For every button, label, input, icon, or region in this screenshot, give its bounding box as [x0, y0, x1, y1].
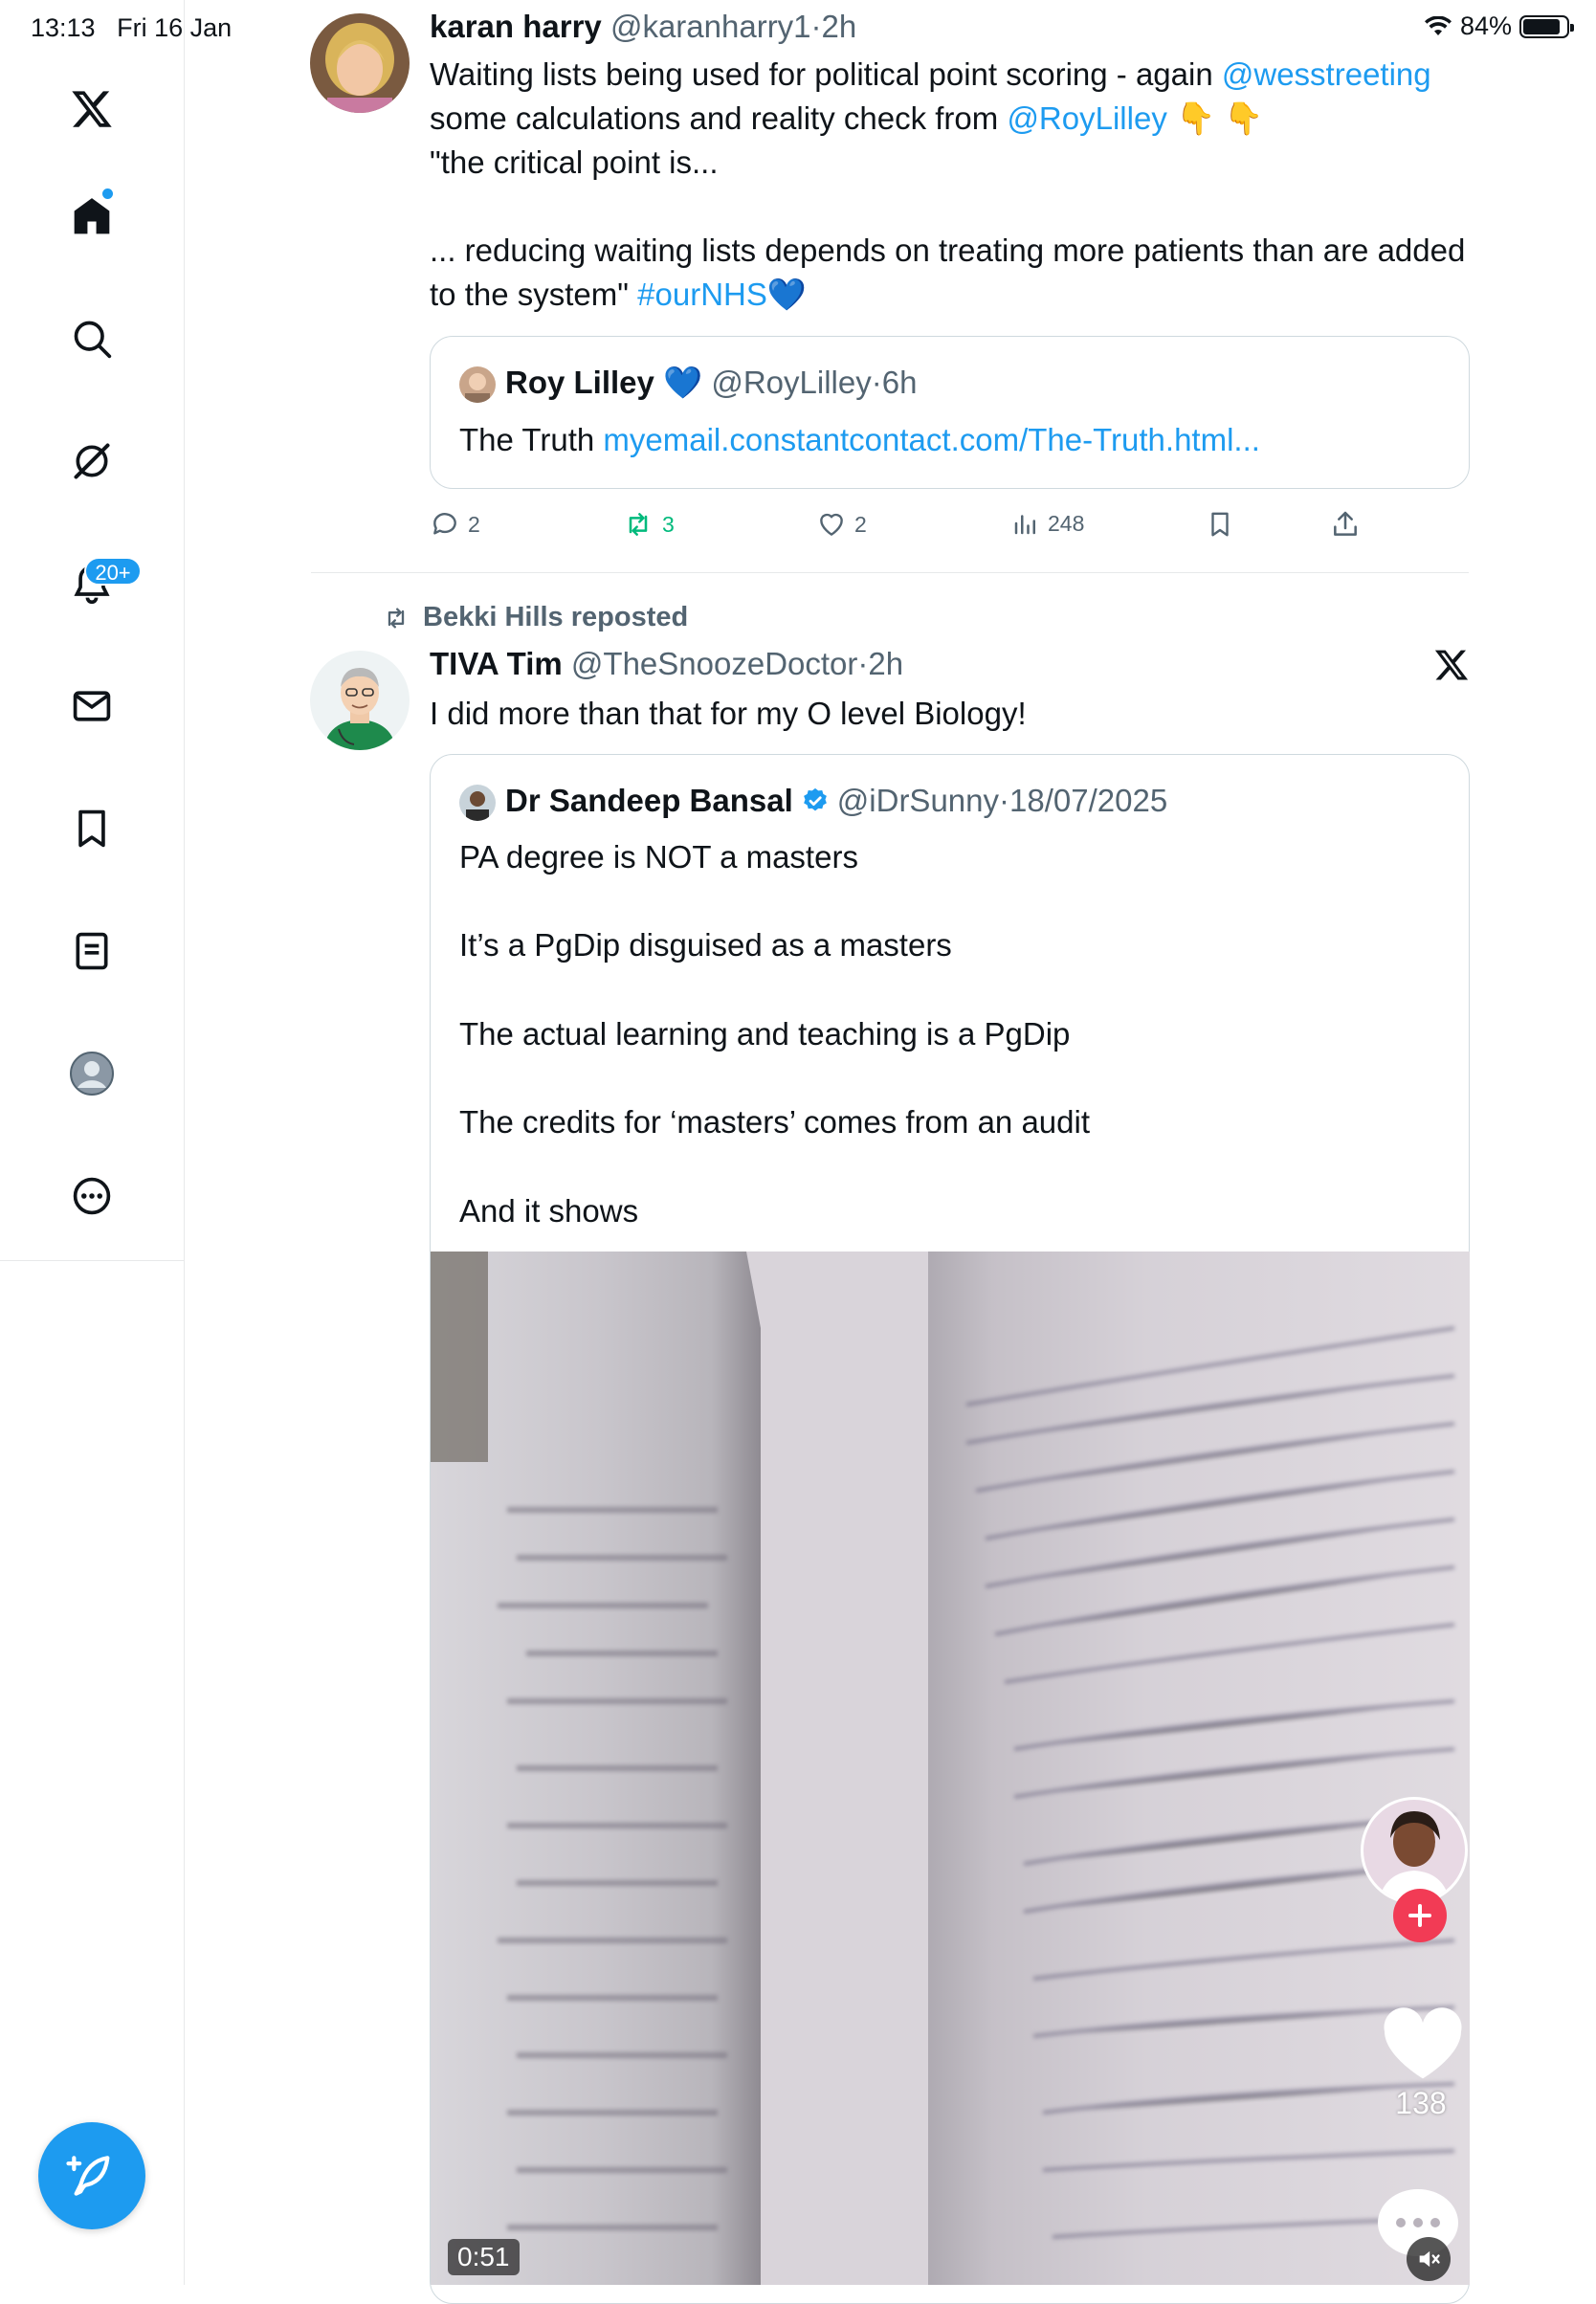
bookmarks-icon[interactable]: [63, 800, 121, 857]
messages-icon[interactable]: [63, 677, 121, 735]
share-icon: [1334, 511, 1357, 536]
bookmark-button[interactable]: [1206, 509, 1234, 540]
video-like-count: 138: [1395, 2086, 1447, 2120]
views-button[interactable]: 248: [1011, 509, 1084, 538]
quote2-text: PA degree is NOT a masters It’s a PgDip …: [459, 839, 1091, 1229]
home-notification-dot: [102, 188, 113, 199]
tweet1-header: karan harry @karanharry1·2h: [430, 9, 857, 44]
pointing-down-emoji: 👇 👇: [1176, 100, 1264, 136]
tweet1-author-handle[interactable]: @karanharry1: [610, 9, 811, 44]
tweet1-avatar[interactable]: [310, 13, 410, 113]
follow-plus-icon[interactable]: [1393, 1889, 1447, 1942]
quote2-author-name: Dr Sandeep Bansal: [505, 783, 793, 818]
mention-wesstreeting[interactable]: @wesstreeting: [1222, 56, 1431, 92]
tweet2-author-handle[interactable]: @TheSnoozeDoctor: [571, 646, 857, 681]
quote2-author-handle: @iDrSunny: [836, 783, 1000, 818]
sidebar: 20+: [0, 0, 185, 1261]
tweet-divider: [311, 572, 1469, 573]
video-duration: 0:51: [448, 2239, 520, 2275]
quote1-link[interactable]: myemail.constantcontact.com/The-Truth.ht…: [603, 422, 1260, 457]
battery-percent: 84%: [1459, 11, 1512, 40]
wifi-icon: [1424, 15, 1452, 35]
like-button[interactable]: 2: [816, 509, 867, 540]
more-icon[interactable]: [63, 1167, 121, 1225]
sidebar-border: [184, 1260, 185, 2285]
share-button[interactable]: [1330, 509, 1361, 540]
mention-roylilley[interactable]: @RoyLilley: [1007, 100, 1166, 136]
x-logo-icon[interactable]: [63, 80, 121, 138]
quote1-text: The Truth myemail.constantcontact.com/Th…: [459, 422, 1260, 457]
profile-avatar-icon[interactable]: [63, 1045, 121, 1102]
tweet2-text: I did more than that for my O level Biol…: [430, 696, 1027, 731]
tweet1-time[interactable]: 2h: [822, 9, 857, 44]
notifications-badge: 20+: [84, 557, 142, 586]
tweet1-quote-card[interactable]: Roy Lilley 💙 @RoyLilley·6h The Truth mye…: [430, 336, 1470, 489]
verified-badge-icon: [803, 787, 827, 811]
blue-heart-emoji: 💙: [663, 365, 703, 400]
creator-avatar[interactable]: [1361, 1797, 1468, 1904]
video-frame: [431, 1252, 1470, 2285]
search-icon[interactable]: [63, 310, 121, 367]
quote2-header: Dr Sandeep Bansal @iDrSunny·18/07/2025: [505, 780, 1167, 822]
bookmark-icon: [1211, 512, 1229, 537]
reply-button[interactable]: 2: [430, 509, 480, 540]
battery-icon: [1519, 14, 1574, 38]
status-indicators: 84%: [1424, 11, 1574, 41]
x-logo-icon: [1433, 647, 1470, 688]
compose-post-button[interactable]: [38, 2122, 145, 2229]
quote2-time: 18/07/2025: [1009, 783, 1168, 818]
repost-icon: [388, 608, 405, 628]
quote2-avatar: [459, 785, 496, 821]
lists-icon[interactable]: [63, 922, 121, 980]
video-like-heart-icon[interactable]: [1380, 2005, 1466, 2087]
grok-icon[interactable]: [63, 432, 121, 490]
blue-heart-emoji: 💙: [766, 277, 807, 312]
tweet1-author-name[interactable]: karan harry: [430, 9, 602, 44]
reply-icon: [433, 513, 456, 535]
tweet2-author-name[interactable]: TIVA Tim: [430, 646, 563, 681]
quote1-header: Roy Lilley 💙 @RoyLilley·6h: [505, 365, 918, 400]
views-chart-icon: [1014, 515, 1035, 535]
tweet2-time[interactable]: 2h: [868, 646, 903, 681]
video-player[interactable]: 138: [431, 1252, 1470, 2285]
quote1-author-name: Roy Lilley: [505, 365, 654, 400]
tweet2-header: TIVA Tim @TheSnoozeDoctor·2h: [430, 646, 904, 681]
repost-button[interactable]: 3: [622, 509, 675, 540]
repost-indicator[interactable]: Bekki Hills reposted: [381, 602, 688, 633]
tweet1-text: Waiting lists being used for political p…: [430, 56, 1466, 312]
quote1-avatar: [459, 366, 496, 403]
repost-icon: [629, 513, 648, 536]
mute-icon[interactable]: [1407, 2237, 1451, 2281]
quote1-time: 6h: [881, 365, 918, 400]
hashtag-ournhs[interactable]: #ourNHS: [637, 277, 767, 312]
heart-icon: [820, 513, 843, 536]
feather-plus-icon: [66, 2156, 110, 2196]
quote1-author-handle: @RoyLilley: [711, 365, 872, 400]
tweet2-avatar[interactable]: [310, 651, 410, 750]
